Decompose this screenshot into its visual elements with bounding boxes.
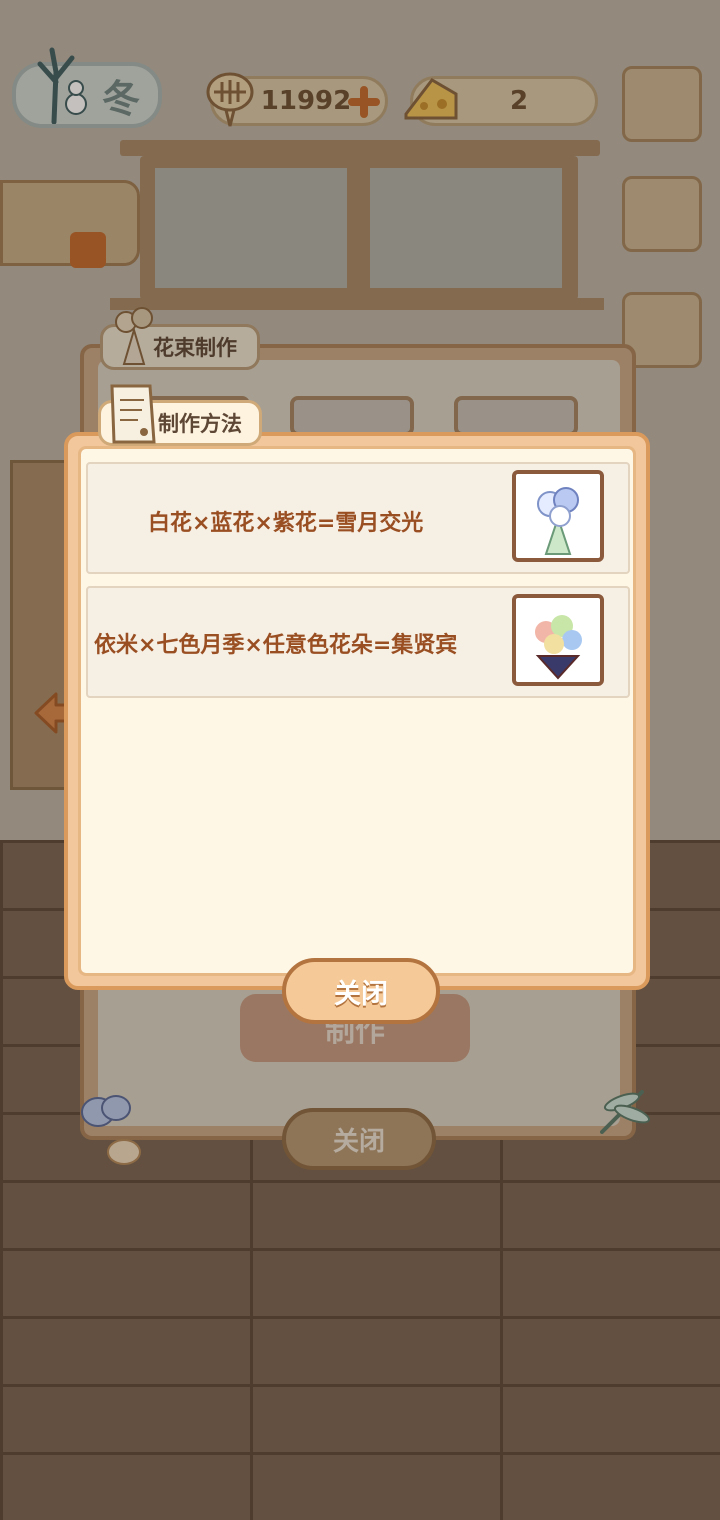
bouquet-thumb-image xyxy=(535,615,582,680)
tab-recipe-label: 制作方法 xyxy=(158,412,242,436)
recipe-text: 依米×七色月季×任意色花朵=集贤宾 xyxy=(94,633,458,658)
close-button[interactable]: 关闭 xyxy=(282,958,440,1024)
white-blue-bouquet-icon xyxy=(512,470,604,562)
recipe-note-icon xyxy=(110,384,156,444)
rainbow-rose-bouquet-icon xyxy=(512,594,604,686)
bouquet-thumb-image xyxy=(537,487,579,555)
recipe-text: 白花×蓝花×紫花=雪月交光 xyxy=(148,511,424,536)
close-button-label: 关闭 xyxy=(334,978,388,1010)
